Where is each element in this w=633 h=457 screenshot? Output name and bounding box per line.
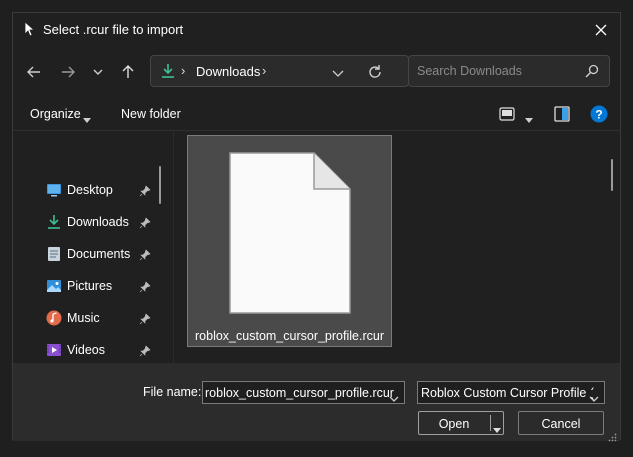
organize-menu-button[interactable]: Organize [30, 107, 81, 121]
pin-icon [139, 344, 151, 357]
new-folder-button[interactable]: New folder [121, 107, 181, 121]
close-button[interactable] [588, 17, 614, 43]
help-icon: ? [590, 105, 608, 123]
dialog-footer: File name: roblox_custom_cursor_profile.… [13, 363, 620, 442]
music-icon [46, 310, 62, 326]
sidebar-item-downloads[interactable]: Downloads [43, 210, 155, 234]
recent-locations-button[interactable] [87, 61, 109, 83]
svg-text:?: ? [595, 108, 602, 122]
pin-icon [139, 280, 151, 293]
sidebar-item-music[interactable]: Music [43, 306, 155, 330]
refresh-button[interactable] [367, 64, 383, 80]
open-options-dropdown-icon[interactable] [493, 421, 501, 433]
back-button[interactable] [23, 61, 45, 83]
file-name-label: File name: [143, 385, 202, 399]
navigation-bar: › Downloads › Search Downloads [13, 51, 620, 95]
content-scrollbar[interactable] [611, 159, 613, 191]
documents-icon [46, 246, 62, 262]
file-name-value[interactable]: roblox_custom_cursor_profile.rcur [205, 386, 394, 400]
sidebar-item-label: Downloads [67, 215, 129, 229]
arrow-left-icon [27, 66, 40, 78]
pin-icon [139, 216, 151, 229]
sidebar-item-label: Videos [67, 343, 105, 357]
refresh-icon [369, 65, 381, 78]
title-bar: Select .rcur file to import [13, 13, 620, 47]
arrow-right-icon [62, 66, 75, 78]
up-button[interactable] [117, 61, 139, 83]
view-icon [499, 107, 515, 121]
sidebar-item-label: Desktop [67, 183, 113, 197]
sidebar-item-desktop[interactable]: Desktop [43, 178, 155, 202]
breadcrumb-chevron-icon[interactable]: › [262, 63, 266, 78]
view-options-button[interactable] [499, 107, 515, 121]
chevron-down-icon [332, 70, 344, 77]
file-open-dialog: Select .rcur file to import › Downloads … [12, 12, 622, 442]
cancel-button[interactable]: Cancel [518, 411, 604, 435]
chevron-down-icon[interactable] [389, 390, 399, 402]
sidebar-item-videos[interactable]: Videos [43, 338, 155, 362]
sidebar-item-label: Music [67, 311, 100, 325]
arrow-up-icon [122, 65, 134, 78]
sidebar-scrollbar[interactable] [159, 166, 161, 204]
file-item[interactable]: roblox_custom_cursor_profile.rcur [187, 135, 392, 347]
file-name-label: roblox_custom_cursor_profile.rcur [195, 329, 384, 343]
file-type-select[interactable]: Roblox Custom Cursor Profile ( [417, 381, 605, 404]
pictures-icon [46, 278, 62, 294]
breadcrumb-location[interactable]: Downloads [196, 64, 260, 79]
navigation-pane: Desktop Downloads Documents Pictures Mus… [13, 131, 173, 363]
file-list: roblox_custom_cursor_profile.rcur [174, 131, 622, 363]
resize-grip-icon[interactable] [608, 429, 617, 442]
sidebar-item-label: Pictures [67, 279, 113, 293]
cursor-icon [23, 21, 37, 37]
preview-pane-icon [554, 106, 570, 122]
organize-dropdown-icon[interactable] [83, 111, 91, 123]
chevron-down-icon [93, 69, 103, 75]
pin-icon [139, 312, 151, 325]
open-button-label: Open [438, 417, 470, 431]
downloads-icon [160, 63, 176, 79]
help-button[interactable]: ? [590, 105, 608, 123]
address-bar[interactable]: › Downloads › [150, 55, 409, 87]
desktop-icon [46, 182, 62, 198]
search-placeholder: Search Downloads [417, 64, 522, 78]
forward-button[interactable] [57, 61, 79, 83]
command-bar: Organize New folder ? [13, 99, 620, 129]
preview-pane-button[interactable] [554, 106, 570, 122]
split-divider [490, 415, 491, 431]
file-name-field[interactable]: roblox_custom_cursor_profile.rcur [202, 381, 405, 404]
search-input[interactable]: Search Downloads [408, 55, 610, 87]
document-file-icon [227, 150, 353, 316]
sidebar-item-pictures[interactable]: Pictures [43, 274, 155, 298]
sidebar-item-label: Documents [67, 247, 131, 261]
file-type-value: Roblox Custom Cursor Profile ( [421, 386, 594, 400]
pin-icon [139, 248, 151, 261]
close-icon [595, 24, 607, 36]
search-icon[interactable] [585, 64, 599, 78]
videos-icon [46, 342, 62, 358]
open-button[interactable]: Open [418, 411, 504, 435]
cancel-button-label: Cancel [541, 417, 581, 431]
breadcrumb-separator-icon: › [181, 63, 186, 78]
address-dropdown-button[interactable] [332, 65, 346, 79]
downloads-icon [46, 214, 62, 230]
window-title: Select .rcur file to import [43, 22, 184, 37]
view-dropdown-icon[interactable] [525, 111, 533, 123]
sidebar-item-documents[interactable]: Documents [43, 242, 155, 266]
pin-icon [139, 184, 151, 197]
chevron-down-icon[interactable] [589, 390, 599, 402]
